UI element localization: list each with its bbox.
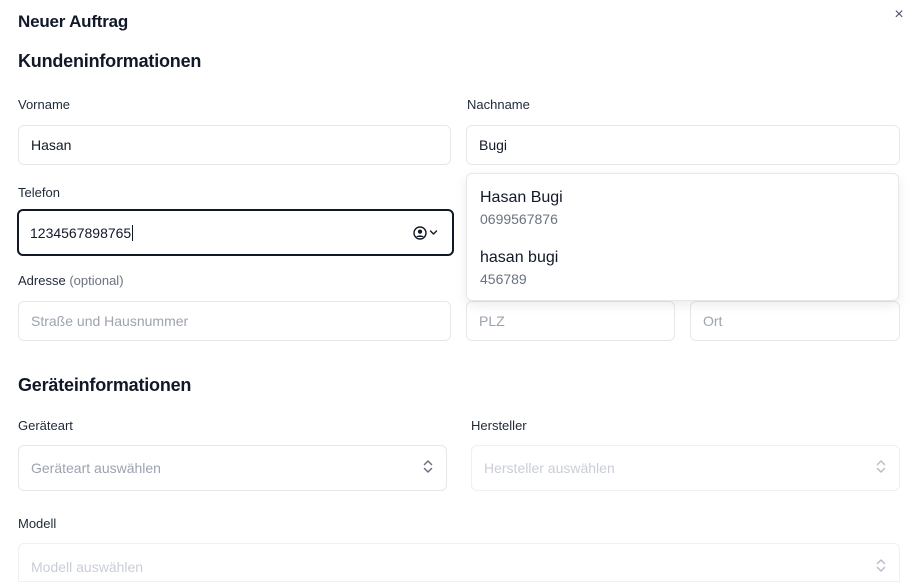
close-button[interactable]: × — [890, 6, 908, 24]
zip-field[interactable]: PLZ — [466, 301, 675, 341]
dialog-title: Neuer Auftrag — [18, 12, 129, 31]
street-placeholder: Straße und Hausnummer — [31, 313, 189, 329]
chevron-down-icon — [429, 228, 438, 237]
city-placeholder: Ort — [703, 313, 723, 329]
zip-placeholder: PLZ — [479, 313, 505, 329]
manufacturer-placeholder: Hersteller auswählen — [484, 460, 615, 476]
first-name-value: Hasan — [31, 137, 72, 153]
model-label: Modell — [18, 516, 57, 531]
last-name-value: Bugi — [479, 137, 508, 153]
phone-value: 1234567898765 — [30, 224, 132, 241]
chevron-up-down-icon — [875, 458, 887, 479]
phone-field[interactable]: 1234567898765 — [17, 209, 454, 256]
manufacturer-label: Hersteller — [471, 418, 527, 433]
device-type-select[interactable]: Geräteart auswählen — [18, 445, 447, 491]
section-title-device: Geräteinformationen — [18, 375, 192, 395]
suggestion-phone: 456789 — [480, 271, 527, 287]
model-select[interactable]: Modell auswählen — [18, 543, 900, 582]
suggestion-phone: 0699567876 — [480, 211, 558, 227]
user-circle-icon — [413, 225, 427, 240]
contact-picker-button[interactable] — [413, 225, 438, 240]
last-name-label: Nachname — [467, 97, 530, 112]
model-placeholder: Modell auswählen — [31, 558, 144, 575]
close-icon: × — [894, 6, 904, 23]
first-name-label: Vorname — [18, 97, 71, 112]
street-field[interactable]: Straße und Hausnummer — [18, 301, 451, 341]
suggestion-name: hasan bugi — [480, 249, 559, 266]
device-type-label: Geräteart — [18, 418, 73, 433]
address-label: Adresse (optional) — [18, 273, 124, 288]
phone-label: Telefon — [18, 185, 60, 200]
optional-hint: (optional) — [69, 273, 124, 288]
city-field[interactable]: Ort — [690, 301, 900, 341]
chevron-up-down-icon — [422, 458, 434, 479]
first-name-field[interactable]: Hasan — [18, 125, 451, 165]
chevron-up-down-icon — [875, 556, 887, 577]
text-caret — [132, 224, 134, 241]
customer-suggestions-dropdown: Hasan Bugi 0699567876 hasan bugi 456789 — [466, 173, 899, 301]
address-label-text: Adresse — [18, 273, 66, 288]
manufacturer-select[interactable]: Hersteller auswählen — [471, 445, 900, 491]
suggestion-item[interactable]: hasan bugi 456789 — [480, 249, 558, 287]
section-title-customer: Kundeninformationen — [18, 51, 202, 71]
suggestion-name: Hasan Bugi — [480, 189, 563, 206]
suggestion-item[interactable]: Hasan Bugi 0699567876 — [480, 189, 563, 227]
last-name-field[interactable]: Bugi — [466, 125, 900, 165]
device-type-placeholder: Geräteart auswählen — [31, 460, 161, 476]
